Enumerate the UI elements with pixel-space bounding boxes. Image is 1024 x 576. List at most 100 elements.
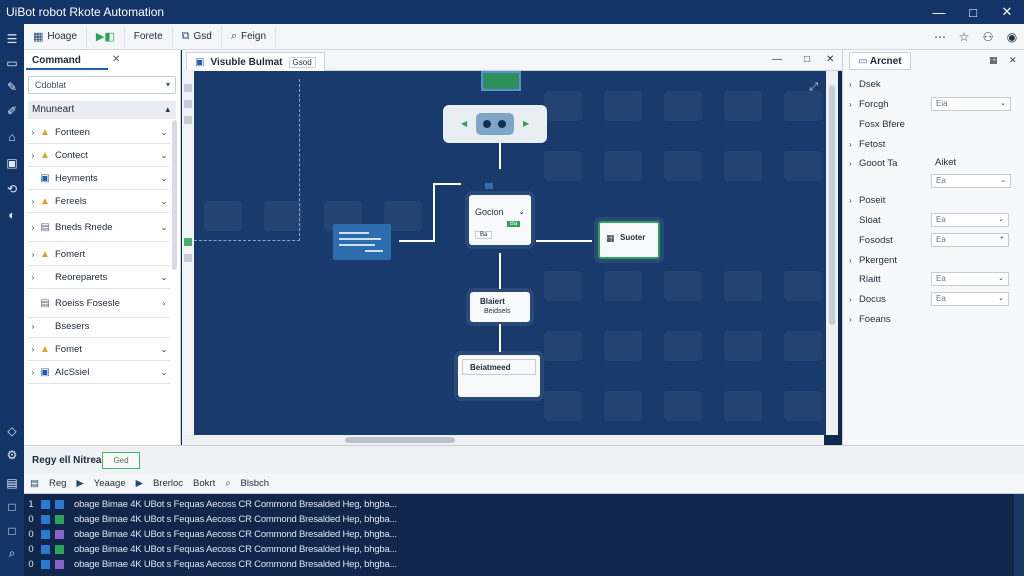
flow-node-right[interactable]: ▦ Suoter [598, 221, 660, 259]
expand-icon[interactable]: ⤢ [809, 81, 818, 94]
chevron-down-icon[interactable]: ⌄ [998, 215, 1004, 223]
command-item[interactable]: › ▲ Contect ⌄ [28, 145, 170, 167]
start-node[interactable] [481, 71, 521, 91]
canvas-vscroll[interactable] [826, 71, 838, 435]
property-row[interactable]: › Fetost [849, 135, 1019, 153]
search-button[interactable]: ⌕ Feign [222, 25, 277, 48]
diamond-icon[interactable]: ◇ [0, 420, 24, 442]
flow-node-decision[interactable]: Gocion ⌄ Ba Ba [469, 183, 531, 245]
close-button[interactable]: ✕ [990, 4, 1024, 20]
home-icon[interactable]: ⌂ [0, 126, 24, 148]
property-field[interactable]: Ea ⌄ [931, 174, 1011, 188]
avatar-icon[interactable]: ◉ [1000, 30, 1024, 44]
chevron-down-icon[interactable]: ⌄ [998, 294, 1004, 302]
file-icon[interactable]: ▭ [0, 52, 24, 74]
property-field[interactable]: Aiket [931, 156, 1001, 170]
run-button[interactable]: ▶◧ [87, 25, 125, 48]
expand-icon[interactable]: › [849, 256, 859, 265]
star-icon[interactable]: ☆ [952, 30, 976, 44]
property-row[interactable]: › Pkergent [849, 251, 1019, 269]
command-item[interactable]: ▤ Roeiss Fosesle › [28, 290, 170, 318]
property-row[interactable]: Fosx Bfere [849, 115, 1019, 133]
property-field[interactable]: Eia ⌄ [931, 97, 1011, 111]
command-item[interactable]: › ▲ Fereels ⌄ [28, 191, 170, 213]
tab-output[interactable]: Regy ell Nitrea [32, 455, 101, 466]
search-icon[interactable]: ⌕ [225, 478, 230, 489]
chevron-down-icon[interactable]: ▾ [166, 80, 170, 89]
expand-icon[interactable]: › [28, 151, 38, 160]
chevron-down-icon[interactable]: ⌄ [1000, 99, 1006, 107]
editor-maximize-button[interactable]: □ [804, 54, 810, 65]
tab-properties[interactable]: ▭ Arcnet [849, 52, 911, 70]
tab-visual-editor[interactable]: ▣ Visuble Bulmat Gsod [186, 52, 325, 71]
command-item[interactable]: › ▤ Bneds Rnede ⌄ [28, 214, 170, 242]
chevron-up-icon[interactable]: ▴ [165, 104, 170, 115]
expand-icon[interactable]: › [849, 80, 859, 89]
command-item[interactable]: › ▣ AIcSsiel ⌄ [28, 362, 170, 384]
minimize-button[interactable]: — [922, 5, 956, 20]
grid-icon[interactable]: ▦ [989, 55, 998, 66]
chevron-down-icon[interactable]: ⌄ [158, 345, 170, 354]
command-item[interactable]: › Reoreparets ⌄ [28, 267, 170, 289]
expand-icon[interactable]: › [849, 100, 859, 109]
property-field[interactable]: Ea ⌄ [931, 213, 1009, 227]
mic-icon[interactable]: ◐ [0, 204, 24, 226]
chart-icon[interactable]: ▣ [0, 152, 24, 174]
copy-button[interactable]: ⧉ Gsd [173, 25, 222, 48]
more-icon[interactable]: ⋯ [928, 30, 952, 44]
robot-node[interactable]: ◀ ▶ [443, 105, 547, 143]
command-item[interactable]: ▣ Heyments ⌄ [28, 168, 170, 190]
output-badge[interactable]: Ged [102, 452, 140, 469]
command-item[interactable]: › ▲ Fomet ⌄ [28, 339, 170, 361]
log-row[interactable]: 0 obage Bimae 4K UBot s Fequas Aecoss CR … [24, 527, 1014, 541]
gear-icon[interactable]: ⚙ [0, 444, 24, 466]
section-header[interactable]: Mnuneart ▴ [28, 101, 176, 119]
forete-button[interactable]: Forete [125, 25, 173, 48]
user-icon[interactable]: ⚇ [976, 30, 1000, 44]
expand-icon[interactable]: › [28, 223, 38, 232]
chevron-down-icon[interactable]: › [158, 299, 170, 308]
chevron-down-icon[interactable]: ⌄ [158, 128, 170, 137]
maximize-button[interactable]: □ [956, 5, 990, 20]
chevron-down-icon[interactable]: ⌄ [1000, 176, 1006, 184]
chevron-down-icon[interactable]: ⌄ [998, 274, 1004, 282]
flow-node-bottom[interactable]: Beiatmeed [458, 355, 540, 397]
command-search-input[interactable]: Cdoblat ▾ [28, 76, 176, 94]
expand-icon[interactable]: › [849, 315, 859, 324]
flow-canvas[interactable]: ◀ ▶ Gocion ⌄ Ba Ba ▦ Suoter Blaiert Beid… [194, 71, 826, 435]
expand-icon[interactable]: › [28, 368, 38, 377]
close-icon[interactable]: ✕ [112, 54, 120, 65]
chevron-down-icon[interactable]: ⌄ [158, 223, 170, 232]
flow-node-middle[interactable]: Blaiert Beidsels [470, 292, 530, 322]
command-item[interactable]: › ▲ Fomert [28, 244, 170, 266]
expand-icon[interactable]: › [28, 197, 38, 206]
property-field[interactable]: Ea ⌄ [931, 292, 1009, 306]
command-item[interactable]: › ▲ Fonteen ⌄ [28, 122, 170, 144]
flow-node-blue[interactable] [333, 224, 391, 260]
expand-icon[interactable]: › [28, 322, 38, 331]
canvas-hscroll[interactable] [182, 435, 824, 445]
expand-icon[interactable]: › [849, 196, 859, 205]
menu-icon[interactable]: ☰ [0, 28, 24, 50]
home-button[interactable]: ▦ Hoage [24, 25, 87, 48]
log-row[interactable]: 0 obage Bimae 4K UBot s Fequas Aecoss CR … [24, 512, 1014, 526]
editor-close-button[interactable]: ✕ [826, 54, 834, 65]
chevron-down-icon[interactable]: ⌄ [158, 197, 170, 206]
editor-minimize-button[interactable]: — [772, 54, 782, 65]
pen-icon[interactable]: ✐ [0, 100, 24, 122]
decision-node-button[interactable]: Ba [475, 231, 493, 239]
chevron-down-icon[interactable]: ⌄ [518, 207, 525, 216]
tab-command[interactable]: Command [26, 52, 108, 70]
play-icon[interactable]: ▶ [76, 478, 83, 489]
log-row[interactable]: 1 obage Bimae 4K UBot s Fequas Aecoss CR … [24, 497, 1014, 511]
log-tab-reg[interactable]: Reg [49, 478, 66, 489]
command-item[interactable]: › Bsesers [28, 316, 170, 338]
property-field[interactable]: Ea ⌄ [931, 272, 1009, 286]
chevron-down-icon[interactable]: ⌄ [158, 174, 170, 183]
close-icon[interactable]: ✕ [1009, 55, 1017, 66]
edit-icon[interactable]: ✎ [0, 76, 24, 98]
chevron-down-icon[interactable]: + [1000, 235, 1004, 242]
square-icon-2[interactable]: □ [0, 520, 24, 542]
expand-icon[interactable]: › [28, 273, 38, 282]
log-tab-brerloc[interactable]: Brerloc [153, 478, 183, 489]
